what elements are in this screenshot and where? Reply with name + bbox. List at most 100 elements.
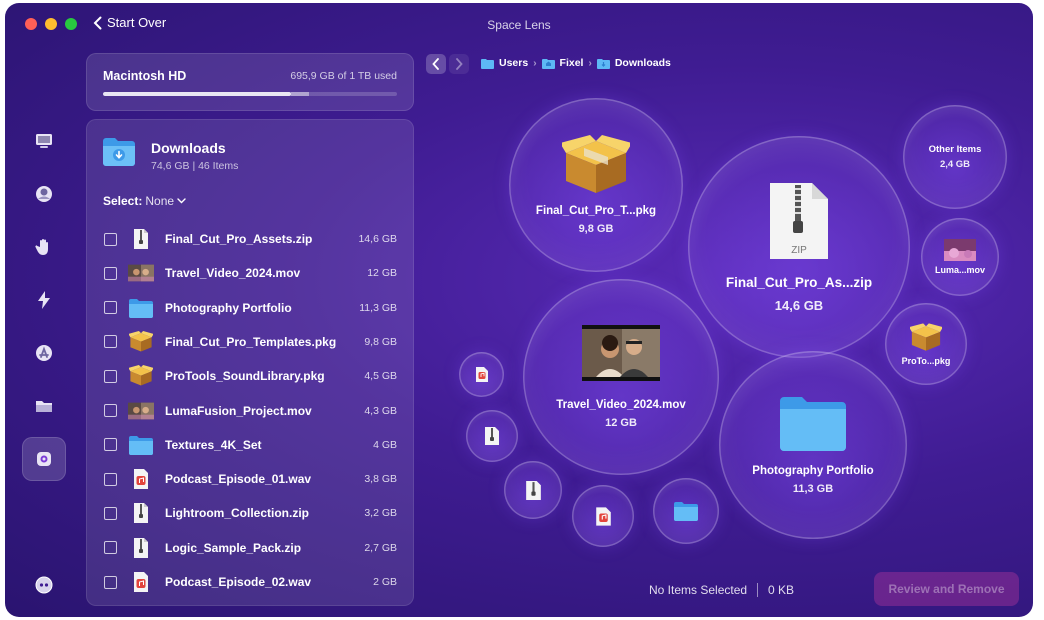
item-size: 12 GB xyxy=(367,267,397,280)
list-item[interactable]: LumaFusion_Project.mov 4,3 GB xyxy=(86,394,414,428)
list-item[interactable]: Textures_4K_Set 4 GB xyxy=(86,428,414,462)
item-checkbox[interactable] xyxy=(104,438,117,452)
video-thumbnail-icon xyxy=(128,261,154,285)
list-item[interactable]: Podcast_Episode_02.wav 2 GB xyxy=(86,565,414,599)
item-checkbox[interactable] xyxy=(104,541,117,555)
video-thumbnail-icon xyxy=(582,325,660,381)
back-button[interactable] xyxy=(426,54,446,74)
bubble-photography-portfolio[interactable]: Photography Portfolio 11,3 GB xyxy=(719,351,907,539)
disk-usage-selection-fill xyxy=(291,92,309,96)
audio-file-icon xyxy=(595,506,611,526)
item-size: 4,3 GB xyxy=(364,404,397,417)
item-checkbox[interactable] xyxy=(104,232,117,246)
item-name: Logic_Sample_Pack.zip xyxy=(165,540,302,555)
folder-icon xyxy=(780,397,846,451)
audio-file-icon xyxy=(128,467,154,491)
package-icon xyxy=(910,322,942,351)
zip-file-icon xyxy=(128,227,154,251)
selection-size: 0 KB xyxy=(768,583,795,597)
bubble-textures-folder[interactable] xyxy=(653,478,719,544)
list-item[interactable]: Podcast_Episode_01.wav 3,8 GB xyxy=(86,462,414,496)
selection-status-text: No Items Selected xyxy=(649,583,748,597)
window-title: Space Lens xyxy=(487,18,551,32)
bubble-label: Luma...mov xyxy=(934,265,985,275)
bubble-size: 9,8 GB xyxy=(578,223,614,235)
sidebar-item-privacy[interactable] xyxy=(22,225,66,269)
bubble-podcast-episode-audio[interactable] xyxy=(572,485,634,547)
breadcrumb-item-users[interactable]: Users xyxy=(481,57,528,69)
app-store-icon xyxy=(36,345,52,361)
zip-file-icon xyxy=(485,427,499,445)
zip-file-icon xyxy=(525,480,541,500)
bubble-podcast-episode-audio[interactable] xyxy=(459,352,504,397)
sidebar-item-applications[interactable] xyxy=(22,331,66,375)
space-lens-window: Start Over Space Lens Macintosh HD 695,9 xyxy=(5,3,1033,617)
current-folder-meta: 74,6 GB | 46 Items xyxy=(151,160,239,172)
item-checkbox[interactable] xyxy=(104,472,117,486)
bubble-protools-soundlibrary[interactable]: ProTo...pkg xyxy=(885,303,967,385)
file-list-panel: Downloads 74,6 GB | 46 Items Select: Non… xyxy=(86,119,414,606)
list-item[interactable]: Final_Cut_Pro_Templates.pkg 9,8 GB xyxy=(86,325,414,359)
zip-file-icon: ZIP xyxy=(770,183,828,259)
item-checkbox[interactable] xyxy=(104,335,117,349)
folder-icon xyxy=(128,433,154,457)
bubble-travel-video[interactable]: Travel_Video_2024.mov 12 GB xyxy=(523,279,719,475)
folder-icon xyxy=(128,296,154,320)
item-size: 2 GB xyxy=(373,576,397,588)
select-dropdown[interactable]: Select: None xyxy=(103,194,186,208)
breadcrumb-label: Fixel xyxy=(559,57,584,69)
breadcrumb-item-fixel[interactable]: Fixel xyxy=(541,57,584,69)
package-icon xyxy=(128,330,154,354)
item-size: 3,2 GB xyxy=(364,507,397,520)
item-checkbox[interactable] xyxy=(104,266,117,280)
hand-icon xyxy=(35,239,48,255)
breadcrumb: Users › Fixel › Downloads xyxy=(481,57,671,69)
bubble-other-items[interactable]: Other Items 2,4 GB xyxy=(903,105,1007,209)
status-divider xyxy=(757,583,759,597)
forward-button[interactable] xyxy=(449,54,469,74)
disk-usage-text: 695,9 GB of 1 TB used xyxy=(290,70,397,82)
assistant-button[interactable] xyxy=(22,565,66,605)
item-size: 2,7 GB xyxy=(364,541,397,554)
bubble-label: Photography Portfolio xyxy=(752,465,874,477)
zip-file-icon xyxy=(128,501,154,525)
list-item[interactable]: Lightroom_Collection.zip 3,2 GB xyxy=(86,496,414,530)
item-name: Final_Cut_Pro_Assets.zip xyxy=(165,232,313,246)
bubble-size: 2,4 GB xyxy=(939,159,971,170)
bubble-final-cut-pro-templates[interactable]: Final_Cut_Pro_T...pkg 9,8 GB xyxy=(509,98,683,272)
space-lens-icon xyxy=(37,452,51,466)
folder-icon xyxy=(674,502,698,521)
bubble-zip-file[interactable] xyxy=(466,410,518,462)
list-item[interactable]: Final_Cut_Pro_Assets.zip 14,6 GB xyxy=(86,222,414,256)
chevron-right-icon xyxy=(456,58,463,70)
sidebar-item-speed[interactable] xyxy=(22,278,66,322)
bubble-final-cut-pro-assets[interactable]: ZIP Final_Cut_Pro_As...zip 14,6 GB xyxy=(688,136,910,358)
item-size: 4,5 GB xyxy=(364,370,397,383)
list-item[interactable]: Travel_Video_2024.mov 12 GB xyxy=(86,256,414,290)
sidebar-item-space-lens[interactable] xyxy=(22,437,66,481)
item-name: Podcast_Episode_02.wav xyxy=(165,575,312,589)
breadcrumb-separator: › xyxy=(533,57,537,69)
bubble-zip-file[interactable] xyxy=(504,461,562,519)
list-item[interactable]: ProTools_SoundLibrary.pkg 4,5 GB xyxy=(86,359,414,393)
item-checkbox[interactable] xyxy=(104,404,117,417)
bubble-lumafusion-project[interactable]: Luma...mov xyxy=(921,218,999,296)
bubble-size: 14,6 GB xyxy=(774,298,824,313)
package-icon xyxy=(562,135,630,193)
list-item[interactable]: Photography Portfolio 11,3 GB xyxy=(86,291,414,325)
breadcrumb-item-downloads[interactable]: Downloads xyxy=(596,57,671,69)
item-name: Podcast_Episode_01.wav xyxy=(165,472,312,487)
video-thumbnail-icon xyxy=(128,399,154,423)
sidebar-item-protection[interactable] xyxy=(22,172,66,216)
item-checkbox[interactable] xyxy=(104,369,117,383)
item-checkbox[interactable] xyxy=(104,575,117,589)
audio-file-icon xyxy=(475,367,488,382)
item-checkbox[interactable] xyxy=(104,301,117,315)
sidebar-item-cleanup[interactable] xyxy=(22,119,66,163)
list-item[interactable]: Logic_Sample_Pack.zip 2,7 GB xyxy=(86,531,414,565)
item-checkbox[interactable] xyxy=(104,506,117,520)
zip-file-icon xyxy=(128,536,154,560)
review-and-remove-button[interactable]: Review and Remove xyxy=(874,572,1019,606)
sidebar-item-files[interactable] xyxy=(22,384,66,428)
disk-name: Macintosh HD xyxy=(103,69,187,83)
